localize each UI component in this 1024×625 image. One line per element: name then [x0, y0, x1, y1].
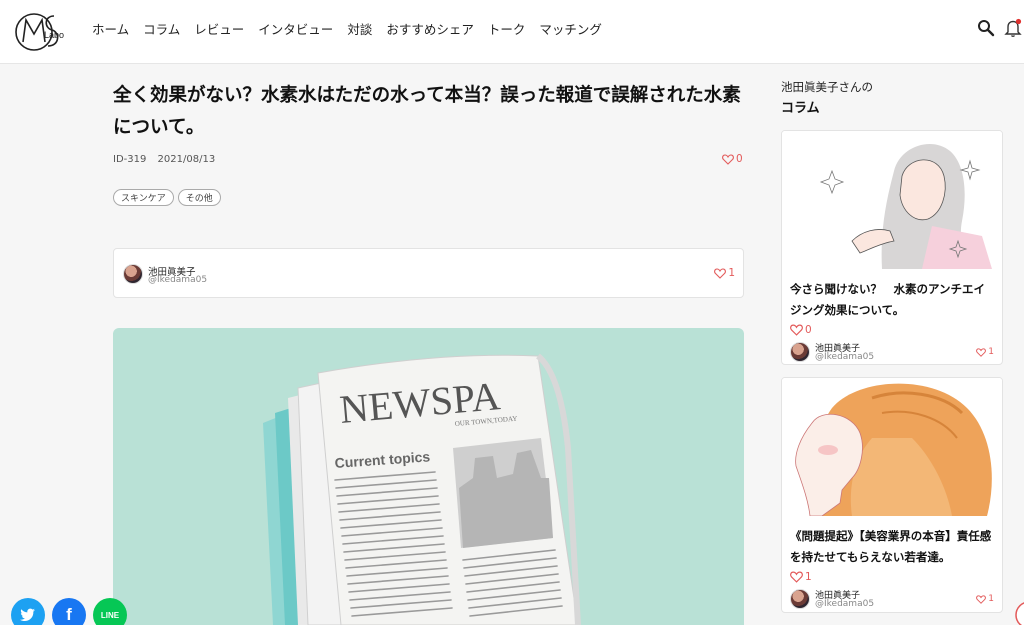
- card-like-button[interactable]: 1: [782, 568, 1002, 583]
- article-title: 全く効果がない？水素水はただの水って本当？誤った報道で誤解された水素について。: [113, 85, 741, 138]
- search-icon[interactable]: [976, 18, 996, 38]
- line-icon: LINE: [100, 610, 120, 620]
- author-card[interactable]: 池田眞美子 @Ikedama05 1: [113, 248, 744, 298]
- author-handle: @Ikedama05: [148, 275, 208, 285]
- heart-icon: [790, 571, 803, 583]
- heart-icon: [976, 594, 987, 604]
- nav-recommend-share[interactable]: おすすめシェア: [386, 19, 474, 38]
- article-id: ID-319: [113, 154, 147, 165]
- card-like-count: 1: [805, 571, 812, 583]
- nav-interview[interactable]: インタビュー: [258, 19, 333, 38]
- logo-text: Labo: [44, 30, 65, 40]
- card-like-count: 0: [805, 324, 812, 336]
- heart-icon: [722, 153, 734, 165]
- avatar: [790, 342, 810, 362]
- nav-review[interactable]: レビュー: [194, 19, 244, 38]
- column-card[interactable]: 《問題提起》【美容業界の本音】責任感を持たせてもらえない若者達。 1 池田眞美子…: [781, 377, 1003, 613]
- avatar: [790, 589, 810, 609]
- nav-dialogue[interactable]: 対談: [347, 19, 372, 38]
- sidebar-heading-author: 池田眞美子さんの: [781, 80, 873, 94]
- facebook-share-button[interactable]: f: [52, 598, 86, 625]
- heart-icon: [714, 267, 727, 279]
- card-author-like[interactable]: 1: [976, 594, 994, 604]
- twitter-share-button[interactable]: [11, 598, 45, 625]
- card-author-handle: @Ikedama05: [815, 352, 875, 362]
- tag-skincare[interactable]: スキンケア: [113, 189, 174, 206]
- facebook-icon: f: [66, 605, 72, 624]
- author-like-count: 1: [728, 267, 735, 279]
- newspaper-illustration: NEWSPA OUR TOWN,TODAY Current topics: [263, 353, 581, 625]
- card-author-like[interactable]: 1: [976, 347, 994, 357]
- nav-column[interactable]: コラム: [143, 19, 180, 38]
- card-title[interactable]: 《問題提起》【美容業界の本音】責任感を持たせてもらえない若者達。: [782, 520, 1002, 568]
- line-share-button[interactable]: LINE: [93, 598, 127, 625]
- heart-icon: [976, 347, 987, 357]
- article-date: 2021/08/13: [157, 154, 216, 165]
- article-like-button[interactable]: 0: [722, 153, 743, 165]
- card-author-like-count: 1: [988, 594, 994, 604]
- article-like-count: 0: [736, 153, 743, 165]
- main-nav: ホーム コラム レビュー インタビュー 対談 おすすめシェア トーク マッチング: [92, 19, 616, 38]
- scroll-top-icon[interactable]: [1012, 598, 1024, 625]
- nav-home[interactable]: ホーム: [92, 19, 129, 38]
- twitter-bird-icon: [20, 608, 35, 622]
- avatar: [123, 264, 143, 284]
- notification-bell-icon[interactable]: [1003, 18, 1023, 38]
- card-author[interactable]: 池田眞美子 @Ikedama05 1: [782, 336, 1002, 364]
- card-author-like-count: 1: [988, 347, 994, 357]
- article-hero-image: NEWSPA OUR TOWN,TODAY Current topics: [113, 328, 744, 625]
- tag-list: スキンケア その他: [113, 189, 221, 206]
- card-thumbnail-illustration: [782, 378, 1002, 517]
- nav-matching[interactable]: マッチング: [539, 19, 602, 38]
- card-author[interactable]: 池田眞美子 @Ikedama05 1: [782, 583, 1002, 612]
- card-title[interactable]: 今さら聞けない？ 水素のアンチエイジング効果について。: [782, 273, 1002, 321]
- nav-talk[interactable]: トーク: [488, 19, 526, 38]
- card-author-handle: @Ikedama05: [815, 599, 875, 609]
- column-card[interactable]: 今さら聞けない？ 水素のアンチエイジング効果について。 0 池田眞美子 @Ike…: [781, 130, 1003, 365]
- tag-other[interactable]: その他: [177, 189, 221, 206]
- card-like-button[interactable]: 0: [782, 321, 1002, 336]
- sidebar-heading-column: コラム: [781, 101, 820, 116]
- card-thumbnail-illustration: [782, 131, 1002, 269]
- author-like-button[interactable]: 1: [714, 267, 735, 279]
- heart-icon: [790, 324, 803, 336]
- article-meta: ID-319 2021/08/13: [113, 154, 223, 165]
- site-header: Labo ホーム コラム レビュー インタビュー 対談 おすすめシェア トーク …: [0, 0, 1024, 64]
